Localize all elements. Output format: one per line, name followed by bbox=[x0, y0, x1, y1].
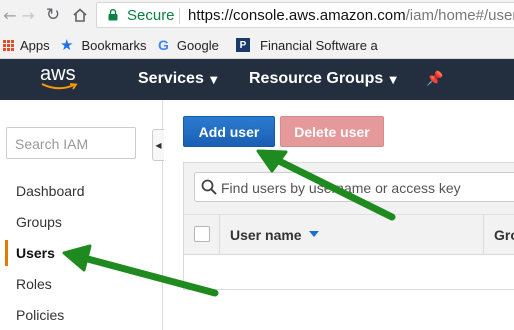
reload-icon[interactable]: ↻ bbox=[43, 5, 63, 25]
bookmark-label: Apps bbox=[20, 37, 50, 53]
sidebar-item-dashboard[interactable]: Dashboard bbox=[16, 183, 85, 199]
browser-toolbar: ← → ↻ Secure https://console.aws.amazon.… bbox=[0, 0, 514, 31]
collapse-sidebar-icon[interactable]: ◀ bbox=[152, 129, 164, 161]
users-table-body bbox=[183, 255, 514, 290]
pin-icon[interactable]: 📌 bbox=[426, 71, 443, 87]
bookmarks-bar: Apps ★ Bookmarks G Google P Financial So… bbox=[0, 31, 514, 59]
add-user-button[interactable]: Add user bbox=[183, 116, 275, 147]
chevron-down-icon: ▼ bbox=[389, 75, 397, 86]
aws-logo[interactable]: aws bbox=[40, 63, 86, 93]
home-icon[interactable] bbox=[70, 5, 90, 25]
bookmark-financial-software[interactable]: P Financial Software a bbox=[236, 36, 378, 54]
active-indicator bbox=[5, 240, 8, 266]
column-divider bbox=[483, 214, 484, 254]
column-header-groups[interactable]: Gro bbox=[494, 227, 514, 243]
sidebar-item-groups[interactable]: Groups bbox=[16, 214, 62, 230]
chevron-down-icon: ▼ bbox=[209, 75, 218, 86]
column-divider bbox=[219, 214, 220, 254]
bookmark-google[interactable]: G Google bbox=[158, 36, 219, 54]
security-label: Secure bbox=[127, 7, 175, 24]
address-bar[interactable]: Secure https://console.aws.amazon.com/ia… bbox=[96, 2, 514, 28]
bookmark-label: Bookmarks bbox=[81, 37, 147, 53]
services-label: Services bbox=[138, 70, 204, 87]
services-menu[interactable]: Services ▼ bbox=[138, 70, 218, 88]
find-users-placeholder: Find users by username or access key bbox=[221, 180, 461, 196]
aws-smile-icon bbox=[41, 83, 78, 90]
bookmark-label: Financial Software a bbox=[260, 37, 378, 53]
bookmark-label: Google bbox=[176, 37, 219, 53]
search-icon bbox=[201, 179, 217, 195]
sidebar-item-roles[interactable]: Roles bbox=[16, 276, 52, 292]
sidebar-item-users[interactable]: Users bbox=[16, 245, 55, 261]
url-path: /iam/home#/users bbox=[405, 7, 514, 24]
iam-sidebar: Search IAM ◀ Dashboard Groups Users Role… bbox=[0, 100, 164, 330]
resource-groups-menu[interactable]: Resource Groups ▼ bbox=[249, 70, 397, 88]
sidebar-item-policies[interactable]: Policies bbox=[16, 307, 64, 323]
forward-arrow-icon[interactable]: → bbox=[18, 5, 38, 25]
delete-user-button[interactable]: Delete user bbox=[280, 116, 384, 147]
star-icon: ★ bbox=[60, 36, 74, 54]
url-text[interactable]: https://console.aws.amazon.com/iam/home#… bbox=[188, 7, 514, 24]
lock-icon bbox=[108, 9, 118, 21]
resource-groups-label: Resource Groups bbox=[249, 70, 384, 87]
google-icon: G bbox=[158, 37, 169, 53]
bookmark-apps[interactable]: Apps bbox=[3, 36, 50, 54]
select-all-checkbox[interactable] bbox=[194, 226, 210, 242]
sort-descending-icon[interactable] bbox=[309, 231, 319, 237]
back-arrow-icon[interactable]: ← bbox=[0, 5, 20, 25]
column-header-user-name[interactable]: User name bbox=[230, 227, 302, 243]
bookmark-bookmarks[interactable]: ★ Bookmarks bbox=[60, 36, 146, 54]
url-host: https://console.aws.amazon.com bbox=[188, 7, 406, 24]
search-iam-input[interactable]: Search IAM bbox=[6, 127, 136, 159]
p-favicon-icon: P bbox=[236, 38, 250, 52]
omnibox-divider bbox=[179, 8, 180, 24]
apps-grid-icon bbox=[3, 39, 14, 51]
